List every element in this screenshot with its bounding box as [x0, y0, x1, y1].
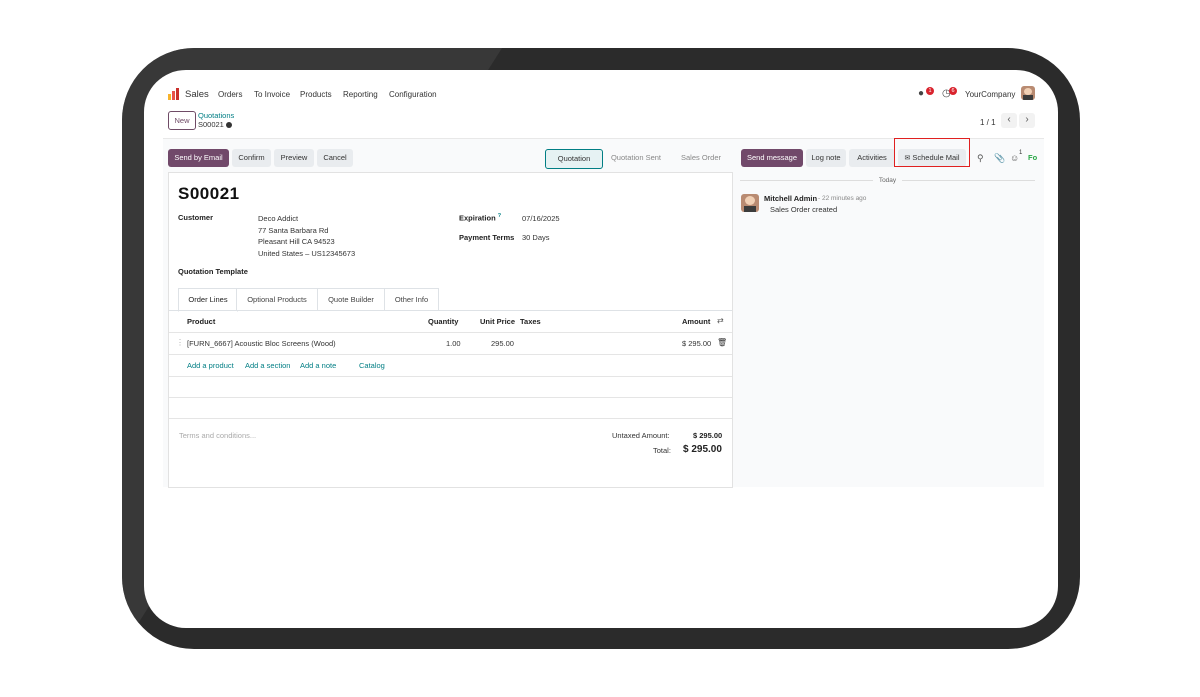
chat-icon[interactable]: ● — [918, 88, 924, 99]
column-quantity[interactable]: Quantity — [428, 317, 458, 326]
trash-icon[interactable]: 🗑 — [717, 338, 727, 347]
row-divider — [169, 397, 732, 398]
total-value: $ 295.00 — [683, 444, 722, 455]
add-note-link[interactable]: Add a note — [300, 361, 336, 370]
log-note-button[interactable]: Log note — [806, 149, 846, 167]
row-divider — [169, 354, 732, 355]
menu-to-invoice[interactable]: To Invoice — [254, 90, 290, 99]
pager-prev-button[interactable]: ‹ — [1001, 113, 1017, 128]
column-settings-icon[interactable]: ⇄ — [717, 316, 724, 325]
expiration-value[interactable]: 07/16/2025 — [522, 214, 560, 223]
column-unit-price[interactable]: Unit Price — [480, 317, 515, 326]
status-quotation-sent[interactable]: Quotation Sent — [605, 149, 667, 167]
paperclip-icon[interactable]: 📎 — [994, 153, 1005, 164]
line-unit-price[interactable]: 295.00 — [491, 339, 514, 348]
drag-handle-icon[interactable]: ⋮ — [176, 338, 184, 347]
chat-badge: 1 — [926, 87, 934, 95]
pager-value[interactable]: 1 / 1 — [980, 118, 996, 127]
customer-name[interactable]: Deco Addict — [258, 214, 298, 223]
expiration-label-text: Expiration — [459, 213, 496, 223]
activity-badge: 6 — [949, 87, 957, 95]
pager-next-button[interactable]: › — [1019, 113, 1035, 128]
gear-icon[interactable] — [225, 122, 232, 128]
line-quantity[interactable]: 1.00 — [446, 339, 461, 348]
row-divider — [169, 376, 732, 377]
tab-quote-builder[interactable]: Quote Builder — [317, 288, 385, 310]
line-product[interactable]: [FURN_6667] Acoustic Bloc Screens (Wood) — [187, 339, 336, 348]
quotation-template-label: Quotation Template — [178, 267, 248, 276]
device-screen: Sales Orders To Invoice Products Reporti… — [144, 70, 1058, 628]
column-taxes[interactable]: Taxes — [520, 317, 541, 326]
customer-address-line2: Pleasant Hill CA 94523 — [258, 237, 335, 246]
untaxed-amount-value: $ 295.00 — [693, 431, 723, 440]
untaxed-amount-label: Untaxed Amount: — [612, 431, 670, 440]
column-product[interactable]: Product — [187, 317, 215, 326]
message-author-avatar[interactable] — [741, 194, 759, 212]
message-body: Sales Order created — [770, 205, 838, 214]
message-time: - 22 minutes ago — [818, 195, 867, 202]
tab-divider — [169, 310, 732, 311]
send-message-button[interactable]: Send message — [741, 149, 803, 167]
catalog-link[interactable]: Catalog — [359, 361, 385, 370]
followers-count: 1 — [1019, 150, 1023, 156]
search-icon[interactable]: ⚲ — [977, 153, 984, 164]
row-divider — [169, 418, 732, 419]
confirm-button[interactable]: Confirm — [232, 149, 271, 167]
breadcrumb-current-label: S00021 — [198, 120, 224, 129]
menu-orders[interactable]: Orders — [218, 90, 242, 99]
menu-configuration[interactable]: Configuration — [389, 90, 437, 99]
date-separator: Today — [740, 177, 1035, 184]
expiration-label: Expiration? — [459, 213, 501, 223]
quotation-form-sheet: S00021 Customer Deco Addict 77 Santa Bar… — [168, 172, 733, 488]
message-author[interactable]: Mitchell Admin — [764, 194, 817, 203]
send-by-email-button[interactable]: Send by Email — [168, 149, 229, 167]
quotation-number: S00021 — [178, 184, 240, 203]
line-amount: $ 295.00 — [682, 339, 712, 348]
status-quotation[interactable]: Quotation — [545, 149, 603, 169]
menu-products[interactable]: Products — [300, 90, 332, 99]
table-header-divider — [169, 332, 732, 333]
status-sales-order[interactable]: Sales Order — [671, 149, 731, 167]
cancel-button[interactable]: Cancel — [317, 149, 353, 167]
tab-other-info[interactable]: Other Info — [384, 288, 439, 310]
customer-address-line3: United States – US12345673 — [258, 249, 356, 258]
company-name[interactable]: YourCompany — [965, 90, 1015, 99]
expiration-help-icon[interactable]: ? — [498, 213, 501, 219]
app-name[interactable]: Sales — [185, 89, 209, 100]
column-amount[interactable]: Amount — [682, 317, 710, 326]
highlight-box — [894, 138, 970, 167]
user-avatar[interactable] — [1021, 86, 1035, 100]
menu-reporting[interactable]: Reporting — [343, 90, 378, 99]
follow-button[interactable]: Fo — [1028, 153, 1037, 162]
new-button[interactable]: New — [168, 111, 196, 130]
payment-terms-label: Payment Terms — [459, 233, 515, 242]
add-section-link[interactable]: Add a section — [245, 361, 290, 370]
followers-icon[interactable]: ☺ — [1010, 153, 1019, 163]
breadcrumb-quotations[interactable]: Quotations — [198, 111, 234, 120]
add-product-link[interactable]: Add a product — [187, 361, 234, 370]
top-navbar: Sales Orders To Invoice Products Reporti… — [163, 76, 1044, 104]
total-label: Total: — [653, 446, 671, 455]
tab-optional-products[interactable]: Optional Products — [236, 288, 318, 310]
tab-order-lines[interactable]: Order Lines — [178, 288, 238, 312]
activities-button[interactable]: Activities — [849, 149, 895, 167]
customer-label: Customer — [178, 213, 214, 222]
odoo-app: Sales Orders To Invoice Products Reporti… — [163, 76, 1044, 488]
breadcrumb-current: S00021 — [198, 120, 232, 129]
sales-app-icon[interactable] — [168, 88, 180, 100]
preview-button[interactable]: Preview — [274, 149, 314, 167]
date-separator-label: Today — [872, 177, 903, 184]
customer-address-line1: 77 Santa Barbara Rd — [258, 226, 329, 235]
terms-conditions-input[interactable]: Terms and conditions... — [179, 431, 256, 440]
payment-terms-value[interactable]: 30 Days — [522, 233, 550, 242]
